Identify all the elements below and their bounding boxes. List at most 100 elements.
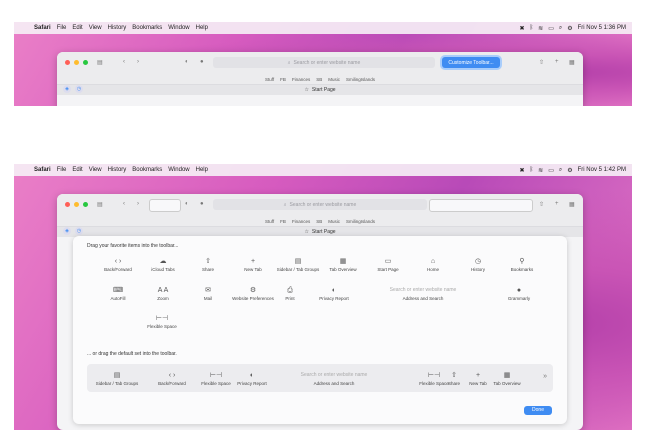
back-icon[interactable]: ‹ bbox=[123, 201, 125, 207]
default-set-heading: ... or drag the default set into the too… bbox=[87, 351, 177, 357]
forward-icon[interactable]: › bbox=[137, 201, 139, 207]
clock-icon[interactable]: ◷ bbox=[75, 85, 83, 93]
toolbar-item-icloud-tabs[interactable]: ☁ iCloud Tabs bbox=[138, 256, 188, 272]
minimize-button[interactable] bbox=[74, 60, 79, 65]
toolbar-item-address-search[interactable]: Search or enter website name Address and… bbox=[355, 285, 491, 301]
toolbar-item-new-tab[interactable]: + New Tab bbox=[228, 256, 278, 272]
sheet-heading: Drag your favorite items into the toolba… bbox=[87, 243, 179, 249]
menu-edit[interactable]: Edit bbox=[72, 25, 82, 31]
toolbar-item-start-page[interactable]: ▭ Start Page bbox=[363, 256, 413, 272]
sidebar-icon[interactable]: ▤ bbox=[97, 201, 103, 208]
menu-view[interactable]: View bbox=[89, 25, 102, 31]
forward-icon[interactable]: › bbox=[137, 59, 139, 65]
share-icon[interactable]: ⇧ bbox=[539, 201, 544, 208]
favorite-item[interactable]: Music bbox=[328, 77, 340, 82]
tab-title[interactable]: Start Page bbox=[312, 87, 336, 93]
minimize-button[interactable] bbox=[74, 202, 79, 207]
menu-edit[interactable]: Edit bbox=[72, 167, 82, 173]
share-icon[interactable]: ⇧ bbox=[539, 59, 544, 66]
menu-window[interactable]: Window bbox=[168, 167, 189, 173]
menu-file[interactable]: File bbox=[57, 25, 67, 31]
toolbar-item-history[interactable]: ◷ History bbox=[453, 256, 503, 272]
close-button[interactable] bbox=[65, 60, 70, 65]
toolbar-item-privacy-report[interactable]: ◐ Privacy Report bbox=[309, 285, 359, 301]
menu-bar: Safari File Edit View History Bookmarks … bbox=[14, 22, 632, 34]
toolbar-item-grammarly[interactable]: ● Grammarly bbox=[494, 285, 544, 301]
favorite-item[interactable]: SmilingIslands bbox=[346, 219, 375, 224]
tab-title[interactable]: Start Page bbox=[312, 229, 336, 235]
new-tab-icon[interactable]: + bbox=[555, 59, 559, 65]
favorite-item[interactable]: Music bbox=[328, 219, 340, 224]
toolbar-item-home[interactable]: ⌂ Home bbox=[408, 256, 458, 272]
toolbar-item-flexible-space[interactable]: ⊢⊣ Flexible Space bbox=[137, 313, 187, 329]
privacy-icon[interactable]: ◐ bbox=[185, 59, 189, 65]
menu-bookmarks[interactable]: Bookmarks bbox=[132, 167, 162, 173]
search-icon[interactable]: ⌕ bbox=[559, 167, 562, 174]
favorite-item[interactable]: Finances bbox=[292, 77, 310, 82]
flexible-space-slot[interactable] bbox=[429, 199, 533, 212]
menu-app-name[interactable]: Safari bbox=[34, 25, 51, 31]
address-bar[interactable]: ⌕ Search or enter website name bbox=[213, 57, 435, 68]
bluetooth-icon[interactable]: ᛒ bbox=[530, 167, 534, 173]
favorite-item[interactable]: Stuff bbox=[265, 219, 274, 224]
done-button[interactable]: Done bbox=[524, 406, 552, 415]
favorite-item[interactable]: FB bbox=[280, 77, 286, 82]
favorite-item[interactable]: SB bbox=[316, 77, 322, 82]
address-bar[interactable]: ⌕ Search or enter website name bbox=[213, 199, 427, 210]
flexible-space-slot[interactable] bbox=[149, 199, 181, 212]
menu-app-name[interactable]: Safari bbox=[34, 167, 51, 173]
toolbar-item-zoom[interactable]: A A Zoom bbox=[138, 285, 188, 301]
toolbar-item-tab-overview[interactable]: ▦ Tab Overview bbox=[318, 256, 368, 272]
control-center-icon[interactable]: ⚙ bbox=[567, 167, 572, 174]
star-icon: ☆ bbox=[304, 87, 309, 93]
favorite-item[interactable]: Finances bbox=[292, 219, 310, 224]
sidebar-icon[interactable]: ▤ bbox=[97, 59, 103, 66]
search-icon[interactable]: ⌕ bbox=[559, 25, 562, 32]
menu-help[interactable]: Help bbox=[196, 167, 208, 173]
toolbar-item-back-forward[interactable]: ‹ › Back/Forward bbox=[93, 256, 143, 272]
wifi-icon[interactable]: ≋ bbox=[538, 25, 543, 32]
autofill-icon: ⌨ bbox=[112, 287, 124, 294]
toolbar-item-autofill[interactable]: ⌨ AutoFill bbox=[93, 285, 143, 301]
toolbar-item-sidebar-tab-groups[interactable]: ▤ Sidebar / Tab Groups bbox=[273, 256, 323, 272]
menu-bookmarks[interactable]: Bookmarks bbox=[132, 25, 162, 31]
shield-icon[interactable]: ◈ bbox=[63, 227, 71, 235]
menu-window[interactable]: Window bbox=[168, 25, 189, 31]
clock-icon[interactable]: ◷ bbox=[75, 227, 83, 235]
tab-overview-icon[interactable]: ▦ bbox=[569, 59, 575, 66]
menu-file[interactable]: File bbox=[57, 167, 67, 173]
battery-icon[interactable]: ▭ bbox=[548, 167, 554, 174]
zoom-button[interactable] bbox=[83, 202, 88, 207]
battery-icon[interactable]: ▭ bbox=[548, 25, 554, 32]
favorite-item[interactable]: SmilingIslands bbox=[346, 77, 375, 82]
favorite-item[interactable]: SB bbox=[316, 219, 322, 224]
extension-icon[interactable]: ● bbox=[200, 201, 204, 207]
menu-help[interactable]: Help bbox=[196, 25, 208, 31]
bluetooth-icon[interactable]: ᛒ bbox=[530, 25, 534, 31]
chevrons-icon: ‹ › bbox=[168, 372, 176, 379]
extension-icon[interactable]: ● bbox=[200, 59, 204, 65]
clock-text[interactable]: Fri Nov 5 1:36 PM bbox=[578, 25, 626, 31]
default-set-bar[interactable]: ▤ Sidebar / Tab Groups ‹ › Back/Forward … bbox=[87, 364, 553, 392]
status-app-icon[interactable]: ✖ bbox=[520, 167, 525, 174]
tab-overview-icon[interactable]: ▦ bbox=[569, 201, 575, 208]
wifi-icon[interactable]: ≋ bbox=[538, 167, 543, 174]
back-icon[interactable]: ‹ bbox=[123, 59, 125, 65]
toolbar-item-share[interactable]: ⇧ Share bbox=[183, 256, 233, 272]
menu-history[interactable]: History bbox=[108, 25, 127, 31]
control-center-icon[interactable]: ⚙ bbox=[567, 25, 572, 32]
customize-toolbar-button[interactable]: Customize Toolbar... bbox=[442, 57, 500, 68]
favorite-item[interactable]: Stuff bbox=[265, 77, 274, 82]
favorite-item[interactable]: FB bbox=[280, 219, 286, 224]
clock-text[interactable]: Fri Nov 5 1:42 PM bbox=[578, 167, 626, 173]
shield-icon[interactable]: ◈ bbox=[63, 85, 71, 93]
privacy-icon[interactable]: ◐ bbox=[185, 201, 189, 207]
menu-view[interactable]: View bbox=[89, 167, 102, 173]
close-button[interactable] bbox=[65, 202, 70, 207]
toolbar-item-print[interactable]: ⎙ Print bbox=[265, 285, 315, 301]
new-tab-icon[interactable]: + bbox=[555, 201, 559, 207]
zoom-button[interactable] bbox=[83, 60, 88, 65]
toolbar-item-bookmarks[interactable]: ⚲ Bookmarks bbox=[497, 256, 547, 272]
status-app-icon[interactable]: ✖ bbox=[520, 25, 525, 32]
menu-history[interactable]: History bbox=[108, 167, 127, 173]
